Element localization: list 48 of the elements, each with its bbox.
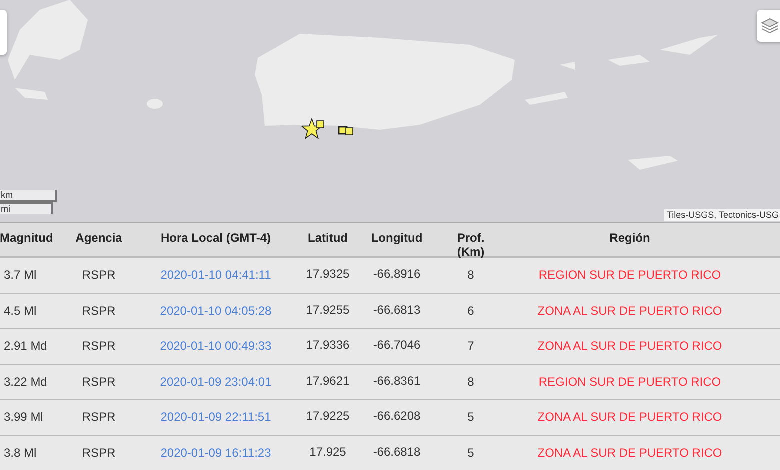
table-cell-text: ZONA AL SUR DE PUERTO RICO bbox=[536, 446, 724, 460]
table-cell-text: RSPR bbox=[81, 268, 117, 282]
table-cell-text: 8 bbox=[466, 268, 476, 282]
table-cell-text: ZONA AL SUR DE PUERTO RICO bbox=[536, 410, 724, 424]
column-header[interactable]: Longitud bbox=[364, 231, 430, 245]
table-cell-text: 3.99 Ml bbox=[3, 410, 44, 424]
table-cell-text: RSPR bbox=[81, 304, 117, 318]
table-cell-text: 17.9325 bbox=[305, 266, 351, 281]
table-cell-text: 7 bbox=[466, 339, 476, 354]
table-cell-text: 17.9225 bbox=[305, 408, 351, 423]
table-cell-text: RSPR bbox=[81, 410, 117, 424]
table-cell-text: 4.5 Ml bbox=[3, 304, 38, 318]
column-header[interactable]: Hora Local (GMT-4) bbox=[140, 231, 292, 245]
column-header[interactable]: Prof. (Km) bbox=[430, 231, 512, 259]
table-cell-text: 3.8 Ml bbox=[3, 446, 38, 460]
table-cell-text: -66.6813 bbox=[372, 302, 422, 316]
table-cell-text: 8 bbox=[466, 374, 476, 389]
table-cell-text: 3.7 Ml bbox=[3, 268, 38, 282]
table-cell-text: RSPR bbox=[81, 339, 117, 354]
layers-icon bbox=[761, 17, 779, 35]
column-header[interactable]: Región bbox=[512, 231, 748, 245]
table-cell-text: -66.6818 bbox=[372, 444, 422, 458]
table-cell-text: -66.8916 bbox=[372, 266, 422, 281]
table-cell-text: 17.9255 bbox=[305, 302, 351, 316]
table-cell-text: ZONA AL SUR DE PUERTO RICO bbox=[536, 339, 724, 354]
table-cell-text: 17.9621 bbox=[305, 372, 351, 388]
scale-bar: km bbox=[0, 190, 57, 202]
table-cell-text: 2.91 Md bbox=[3, 339, 48, 354]
table-cell-text: 17.9336 bbox=[305, 337, 351, 352]
table-cell-text: 3.22 Md bbox=[3, 374, 48, 389]
column-header[interactable]: Magnitud bbox=[0, 231, 58, 245]
table-cell-text: RSPR bbox=[81, 374, 117, 389]
table-cell-text: RSPR bbox=[81, 446, 117, 460]
table-cell-text: REGION SUR DE PUERTO RICO bbox=[538, 374, 722, 389]
table-cell-text: ZONA AL SUR DE PUERTO RICO bbox=[536, 304, 724, 318]
map-attribution: Tiles-USGS, Tectonics-USG bbox=[664, 209, 780, 221]
table-cell-text: 5 bbox=[466, 410, 476, 424]
layers-button[interactable] bbox=[757, 10, 780, 42]
column-header[interactable]: Latitud bbox=[292, 231, 364, 245]
table-cell-text: -66.6208 bbox=[372, 408, 422, 423]
table-cell-text: REGION SUR DE PUERTO RICO bbox=[538, 268, 722, 282]
table-cell-text: 6 bbox=[466, 304, 476, 318]
table-cell-text: -66.8361 bbox=[372, 372, 422, 388]
table-cell-text: -66.7046 bbox=[372, 337, 422, 352]
table-cell-text: 5 bbox=[466, 446, 476, 460]
scale-bar: mi bbox=[0, 202, 53, 214]
table-cell-text: 17.925 bbox=[308, 444, 348, 458]
column-header[interactable]: Agencia bbox=[58, 231, 140, 245]
